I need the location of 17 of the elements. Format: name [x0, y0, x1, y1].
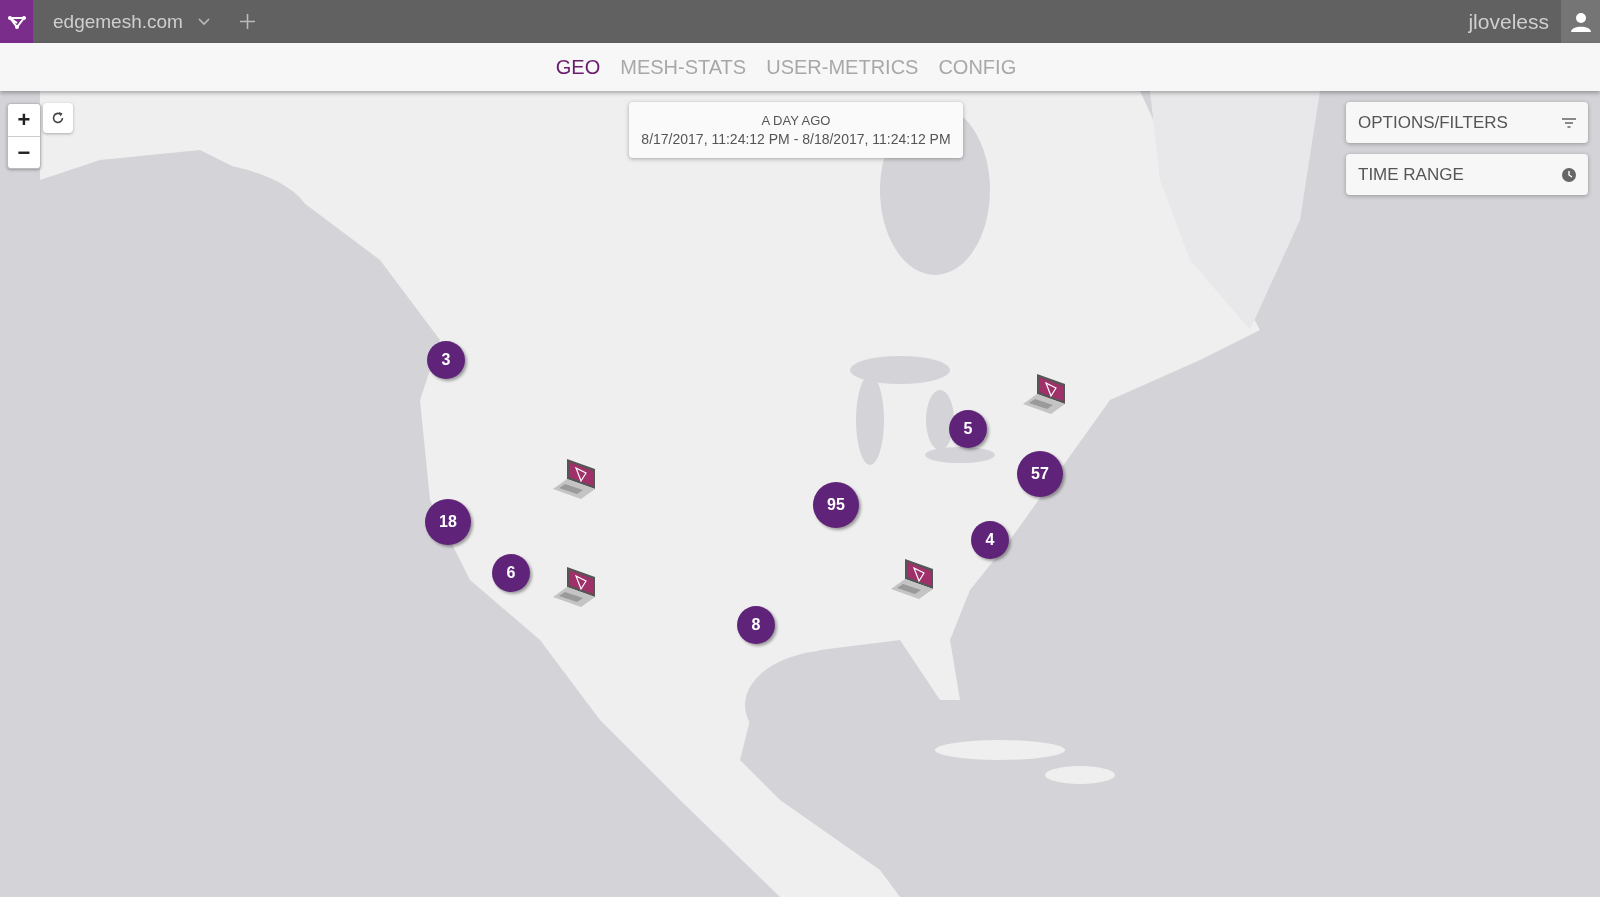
user-avatar[interactable] — [1561, 0, 1600, 43]
username[interactable]: jloveless — [1468, 9, 1549, 34]
add-icon[interactable] — [239, 14, 255, 29]
domain-name[interactable]: edgemesh.com — [53, 10, 183, 33]
options-filters-button[interactable]: OPTIONS/FILTERS — [1346, 102, 1588, 143]
nav-tab[interactable]: GEO — [555, 55, 601, 79]
logo-icon[interactable] — [0, 0, 33, 43]
caret-icon[interactable] — [197, 17, 210, 26]
refresh-button[interactable] — [43, 103, 73, 133]
time-range-button[interactable]: TIME RANGE — [1346, 154, 1588, 195]
filter-icon — [1562, 117, 1576, 128]
refresh-icon — [51, 111, 65, 125]
relative-time: A DAY AGO — [761, 113, 831, 128]
zoom-out-button[interactable]: − — [8, 136, 40, 168]
time-range-text: 8/17/2017, 11:24:12 PM - 8/18/2017, 11:24:12 PM — [641, 131, 951, 147]
clock-icon — [1562, 167, 1576, 182]
zoom-in-button[interactable]: + — [8, 104, 40, 136]
